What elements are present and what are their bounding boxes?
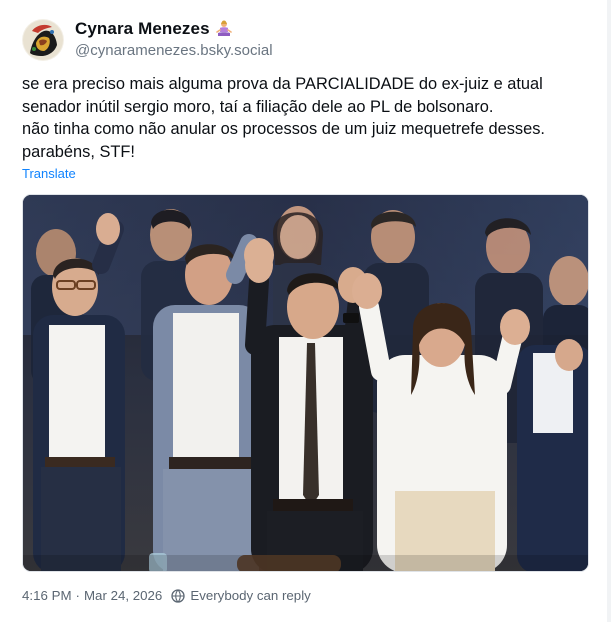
post-body-text: se era preciso mais alguma prova da PARC…: [22, 73, 597, 163]
post-thread-view: Cynara Menezes @cynaramenezes.bsky.socia…: [0, 0, 611, 622]
author-handle[interactable]: @cynaramenezes.bsky.social: [75, 41, 273, 61]
person-emoji-icon: [215, 20, 232, 38]
post-text-line: senador inútil sergio moro, taí a filiaç…: [22, 97, 494, 116]
translate-link[interactable]: Translate: [22, 166, 76, 181]
post-meta: 4:16 PM · Mar 24, 2026 Everybody can rep…: [22, 588, 311, 603]
right-scroll-gutter: [607, 0, 611, 622]
avatar-illustration-icon: [22, 19, 64, 61]
meta-separator: ·: [75, 588, 80, 603]
post-image[interactable]: [22, 194, 589, 572]
reply-setting-label[interactable]: Everybody can reply: [190, 588, 310, 603]
post-text-line: parabéns, STF!: [22, 142, 135, 161]
post-date[interactable]: Mar 24, 2026: [84, 588, 162, 603]
globe-reply-icon: [171, 588, 185, 603]
post-text-line: se era preciso mais alguma prova da PARC…: [22, 75, 543, 93]
author-names: Cynara Menezes @cynaramenezes.bsky.socia…: [75, 19, 273, 61]
display-name-row: Cynara Menezes: [75, 19, 273, 39]
author-display-name[interactable]: Cynara Menezes: [75, 19, 210, 39]
post-time[interactable]: 4:16 PM: [22, 588, 72, 603]
group-photo-image: [23, 195, 588, 571]
post-header: Cynara Menezes @cynaramenezes.bsky.socia…: [22, 17, 273, 63]
avatar[interactable]: [22, 19, 64, 61]
post-text-line: não tinha como não anular os processos d…: [22, 120, 545, 138]
